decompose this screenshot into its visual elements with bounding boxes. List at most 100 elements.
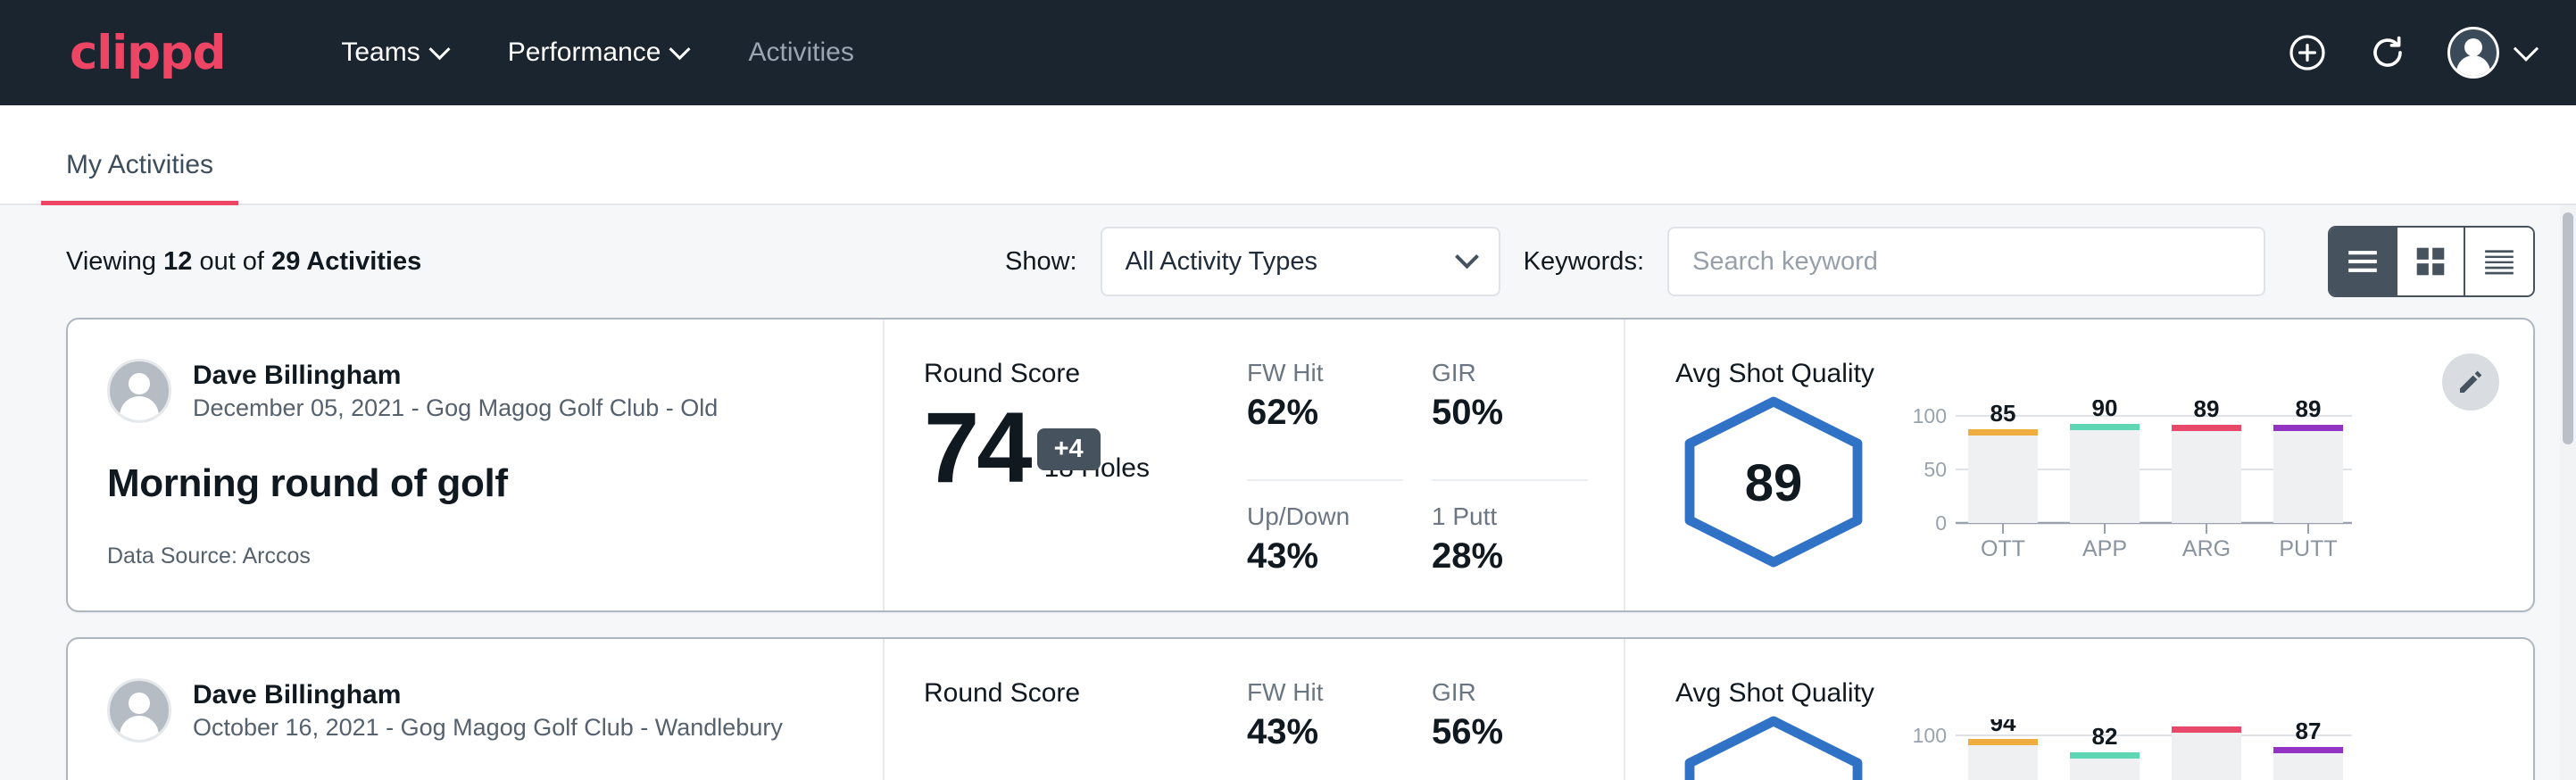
clippd-logo[interactable]: clippd [70, 26, 225, 80]
nav-item-label: Activities [748, 37, 853, 68]
filter-toolbar: Viewing 12 out of 29 Activities Show: Al… [0, 205, 2576, 318]
keywords-label: Keywords: [1524, 247, 1644, 277]
svg-text:89: 89 [2296, 400, 2322, 422]
round-score-label: Round Score [924, 359, 1242, 389]
round-score-value: 74 [924, 398, 1030, 498]
stat-gir: GIR 50% [1432, 359, 1588, 481]
svg-text:87: 87 [2296, 719, 2322, 744]
avg-shot-quality-label: Avg Shot Quality [1675, 678, 2533, 709]
view-mode-list-button[interactable] [2330, 228, 2397, 295]
activity-card[interactable]: Dave Billingham December 05, 2021 - Gog … [66, 318, 2535, 612]
stat-fw-hit: FW Hit 43% [1247, 678, 1403, 780]
activity-list: Dave Billingham December 05, 2021 - Gog … [0, 318, 2576, 780]
shot-quality-chart: 100 50 0 94 82 106 87 [1872, 714, 2533, 780]
stat-value: 43% [1247, 712, 1403, 752]
refresh-icon[interactable] [2367, 32, 2408, 73]
svg-text:90: 90 [2092, 400, 2118, 421]
round-score-row: 74 +4 18 Holes [924, 398, 1242, 498]
stat-value: 43% [1247, 536, 1403, 577]
plus-circle-icon[interactable] [2287, 32, 2328, 73]
avg-shot-quality-body: 89 100 50 0 85 [1675, 394, 2533, 574]
tab-label: My Activities [66, 150, 213, 179]
svg-text:100: 100 [1913, 404, 1947, 427]
avg-shot-quality-label: Avg Shot Quality [1675, 359, 2533, 389]
tab-my-activities[interactable]: My Activities [41, 150, 238, 203]
nav-item-activities[interactable]: Activities [718, 29, 884, 77]
stat-label: FW Hit [1247, 678, 1403, 707]
stat-value: 28% [1432, 536, 1588, 577]
svg-text:0: 0 [1935, 511, 1947, 535]
view-mode-grid-button[interactable] [2397, 228, 2465, 295]
viewing-count: 12 [163, 247, 192, 276]
stat-gir: GIR 56% [1432, 678, 1588, 780]
stat-fw-hit: FW Hit 62% [1247, 359, 1403, 481]
stat-label: 1 Putt [1432, 502, 1588, 531]
svg-text:50: 50 [1924, 458, 1947, 481]
filter-controls: Show: All Activity Types Keywords: [1005, 226, 2535, 297]
avg-shot-quality-block: Avg Shot Quality 89 100 50 [1625, 319, 2533, 610]
round-score-block: Round Score 74 +4 18 Holes [885, 319, 1242, 610]
scrollbar-thumb[interactable] [2563, 212, 2573, 444]
shot-quality-hexagon: 89 [1675, 394, 1872, 574]
main-nav: Teams Performance Activities [311, 29, 884, 77]
shot-quality-hexagon [1675, 714, 1872, 780]
activity-stats: FW Hit 62% GIR 50% Up/Down 43% 1 Putt 28… [1242, 319, 1625, 610]
stat-value: 62% [1247, 393, 1403, 433]
data-source: Data Source: Arccos [107, 544, 847, 569]
nav-item-performance[interactable]: Performance [478, 29, 719, 77]
nav-item-label: Teams [341, 37, 420, 68]
activity-summary: Dave Billingham December 05, 2021 - Gog … [68, 319, 885, 610]
chevron-down-icon [669, 38, 691, 60]
activity-meta: October 16, 2021 - Gog Magog Golf Club -… [193, 712, 783, 743]
activity-stats: FW Hit 43% GIR 56% [1242, 639, 1625, 780]
activity-title: Morning round of golf [107, 461, 847, 506]
activity-meta: December 05, 2021 - Gog Magog Golf Club … [193, 393, 718, 424]
view-mode-compact-button[interactable] [2465, 228, 2533, 295]
chevron-down-icon [1455, 245, 1479, 269]
viewing-summary: Viewing 12 out of 29 Activities [66, 247, 421, 277]
stat-label: GIR [1432, 359, 1588, 387]
chevron-down-icon [2514, 37, 2539, 62]
svg-text:APP: APP [2082, 536, 2127, 560]
activity-type-value: All Activity Types [1126, 247, 1317, 277]
pencil-icon [2456, 367, 2486, 397]
search-input[interactable] [1667, 227, 2265, 296]
stat-label: GIR [1432, 678, 1588, 707]
activity-author: Dave Billingham December 05, 2021 - Gog … [107, 359, 847, 424]
chevron-down-icon [428, 38, 450, 60]
stat-label: Up/Down [1247, 502, 1403, 531]
view-mode-group [2328, 226, 2535, 297]
viewing-prefix: Viewing [66, 247, 156, 276]
compact-list-icon [2482, 247, 2516, 276]
avg-shot-quality-value: 89 [1675, 394, 1872, 574]
bar-chart: 100 50 0 94 82 106 87 [1895, 719, 2359, 780]
avatar [2447, 27, 2499, 79]
player-name: Dave Billingham [193, 678, 783, 712]
stat-one-putt: 1 Putt 28% [1432, 502, 1588, 610]
page-tab-bar: My Activities [0, 105, 2576, 205]
activity-type-select[interactable]: All Activity Types [1101, 227, 1500, 296]
activity-author: Dave Billingham October 16, 2021 - Gog M… [107, 678, 847, 743]
list-icon [2346, 248, 2380, 275]
account-menu[interactable] [2447, 27, 2535, 79]
header-actions [2287, 27, 2535, 79]
stat-label: FW Hit [1247, 359, 1403, 387]
avg-shot-quality-value [1675, 714, 1872, 780]
svg-text:PUTT: PUTT [2279, 536, 2337, 560]
edit-activity-button[interactable] [2442, 353, 2499, 411]
viewing-total: 29 Activities [271, 247, 421, 276]
avatar [107, 359, 171, 423]
svg-text:ARG: ARG [2182, 536, 2231, 560]
svg-text:94: 94 [1990, 719, 2016, 736]
grid-icon [2414, 245, 2447, 278]
activity-summary: Dave Billingham October 16, 2021 - Gog M… [68, 639, 885, 780]
round-score-label: Round Score [924, 678, 1242, 709]
svg-text:82: 82 [2092, 723, 2118, 750]
page-scrollbar[interactable] [2560, 205, 2576, 780]
svg-text:85: 85 [1990, 400, 2016, 427]
svg-text:OTT: OTT [1981, 536, 2025, 560]
nav-item-teams[interactable]: Teams [311, 29, 477, 77]
svg-text:100: 100 [1913, 724, 1947, 747]
activity-card[interactable]: Dave Billingham October 16, 2021 - Gog M… [66, 637, 2535, 780]
show-label: Show: [1005, 247, 1077, 277]
